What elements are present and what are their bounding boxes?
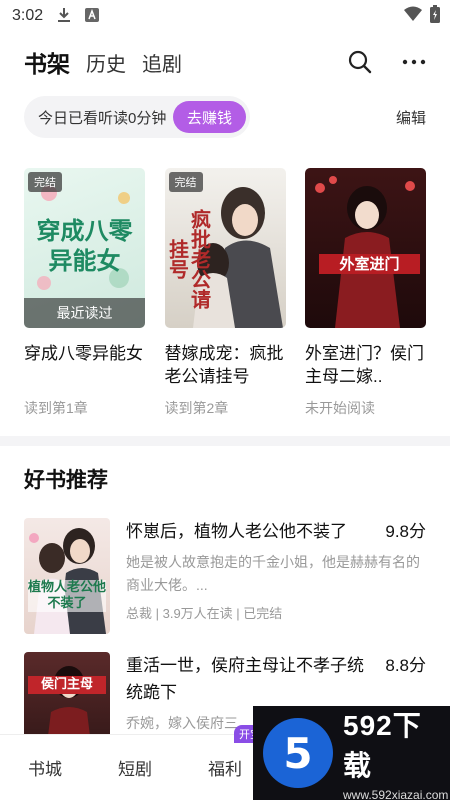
search-icon[interactable] [348, 50, 372, 74]
battery-icon [430, 4, 440, 28]
book-score: 8.8分 [385, 656, 426, 675]
tab-bookshelf[interactable]: 书架 [24, 45, 70, 79]
completed-badge: 完结 [28, 172, 62, 192]
watermark: 5 592下载 www.592xiazai.com [253, 706, 450, 800]
book-title: 穿成八零异能女 [24, 344, 143, 363]
tab-history[interactable]: 历史 [86, 48, 126, 77]
book-title: 外室进门？侯门主母二嫁.. [305, 344, 424, 386]
cover-title-text: 外室进门 [319, 254, 420, 274]
book-description: 她是被人故意抱走的千金小姐，他是赫赫有名的商业大佬。... [126, 554, 420, 593]
book-title: 怀崽后，植物人老公他不装了 [126, 522, 347, 541]
book-cover: 疯批老公请挂号 完结 [164, 168, 286, 328]
reading-time-bar: 今日已看听读0分钟 去赚钱 [24, 96, 250, 138]
book-progress: 读到第2章 [164, 400, 229, 416]
book-cover: 植物人老公他不装了 [24, 518, 110, 634]
edit-button[interactable]: 编辑 [396, 107, 426, 128]
status-bar: 3:02 [0, 0, 450, 32]
tab-following-dramas[interactable]: 追剧 [142, 48, 182, 77]
book-meta: 总裁 | 3.9万人在读 | 已完结 [126, 606, 283, 621]
status-time: 3:02 [12, 7, 44, 24]
cover-title-text: 穿成八零异能女 [36, 216, 133, 275]
nav-welfare-label: 福利 [208, 760, 242, 779]
watermark-logo: 5 [263, 718, 333, 788]
nav-short-drama[interactable]: 短剧 [90, 755, 180, 780]
cover-title-text: 侯门主母 [28, 676, 106, 694]
section-title-recommendations: 好书推荐 [24, 469, 108, 492]
top-header: 书架 历史 追剧 [0, 40, 450, 84]
book-progress: 未开始阅读 [305, 400, 375, 416]
bookshelf: 穿成八零异能女 完结 最近读过 穿成八零异能女 读到第1章 疯批老公请挂号 完结… [24, 168, 426, 418]
shelf-book[interactable]: 穿成八零异能女 完结 最近读过 穿成八零异能女 读到第1章 [24, 168, 145, 418]
book-title: 重活一世，侯府主母让不孝子统统跪下 [126, 656, 364, 702]
a-app-icon [85, 7, 100, 25]
watermark-brand: 592下载 [343, 710, 422, 781]
wifi-icon [404, 6, 422, 27]
cover-title-text: 植物人老公他不装了 [28, 580, 107, 612]
recommended-book[interactable]: 植物人老公他不装了 怀崽后，植物人老公他不装了 9.8分 她是被人故意抱走的千金… [24, 518, 426, 634]
watermark-text: 592下载 www.592xiazai.com [343, 704, 450, 800]
earn-money-button[interactable]: 去赚钱 [172, 101, 246, 133]
section-divider [0, 436, 450, 446]
book-cover: 外室进门 [305, 168, 426, 328]
completed-badge: 完结 [168, 172, 203, 192]
book-title: 替嫁成宠：疯批老公请挂号 [164, 344, 284, 386]
book-progress: 读到第1章 [24, 400, 88, 416]
nav-bookstore[interactable]: 书城 [0, 755, 90, 780]
download-icon [57, 7, 71, 26]
shelf-book[interactable]: 疯批老公请挂号 完结 替嫁成宠：疯批老公请挂号 读到第2章 [164, 168, 286, 418]
book-cover: 穿成八零异能女 完结 最近读过 [24, 168, 145, 328]
cover-title-text: 疯批老公请挂号 [165, 209, 212, 309]
watermark-url: www.592xiazai.com [343, 788, 449, 800]
recommended-book-info: 怀崽后，植物人老公他不装了 9.8分 她是被人故意抱走的千金小姐，他是赫赫有名的… [126, 518, 426, 634]
last-read-label: 最近读过 [24, 298, 145, 328]
book-score: 9.8分 [385, 522, 426, 541]
reading-time-text: 今日已看听读0分钟 [38, 109, 167, 127]
shelf-book[interactable]: 外室进门 外室进门？侯门主母二嫁.. 未开始阅读 [305, 168, 426, 418]
more-icon[interactable] [402, 59, 426, 65]
